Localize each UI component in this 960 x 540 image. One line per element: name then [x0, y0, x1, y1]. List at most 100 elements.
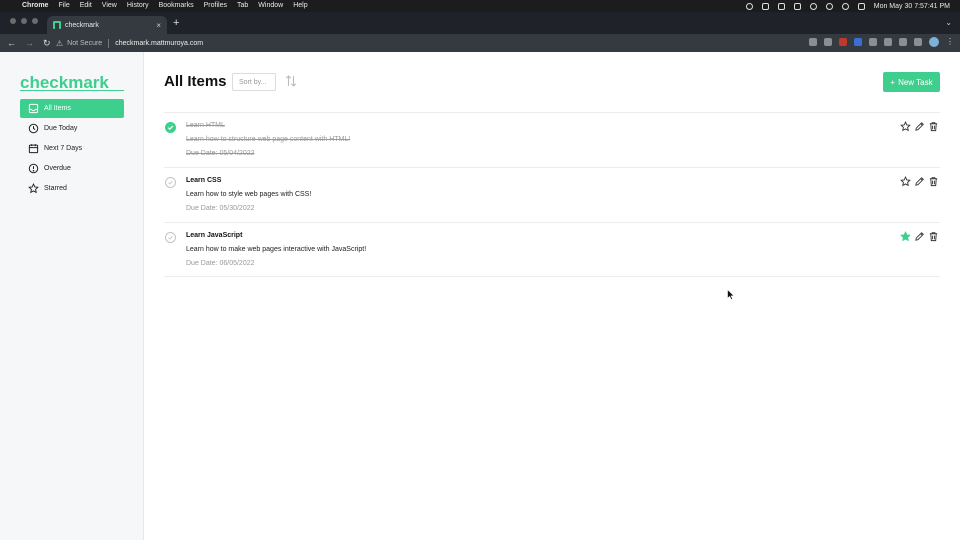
- task-row: Learn JavaScript Learn how to make web p…: [164, 222, 940, 277]
- sidebar-item-next-7-days[interactable]: Next 7 Days: [20, 139, 124, 158]
- clock-text[interactable]: Mon May 30 7:57:41 PM: [874, 3, 950, 10]
- checkbox[interactable]: [165, 177, 176, 188]
- close-tab-icon[interactable]: ×: [156, 21, 161, 30]
- trash-icon[interactable]: [928, 176, 939, 187]
- edit-pencil-icon[interactable]: [914, 231, 925, 242]
- task-due-date: Due Date: 05/30/2022: [186, 205, 255, 212]
- checkmark-favicon-icon: [53, 21, 61, 29]
- task-list: Learn HTML Learn how to structure web pa…: [164, 112, 940, 277]
- edit-pencil-icon[interactable]: [914, 176, 925, 187]
- tab-search-icon[interactable]: ⌄: [945, 18, 952, 27]
- brand-underline: [20, 90, 124, 91]
- extension-color-icon[interactable]: [884, 38, 892, 46]
- battery-icon[interactable]: [793, 2, 801, 10]
- trash-icon[interactable]: [928, 231, 939, 242]
- extension-red-icon[interactable]: [839, 38, 847, 46]
- star-icon[interactable]: [900, 121, 911, 132]
- task-row: Learn CSS Learn how to style web pages w…: [164, 167, 940, 222]
- menu-view[interactable]: View: [102, 0, 117, 12]
- task-actions: [900, 176, 939, 187]
- sidebar: checkmark All Items Due Today Next 7 Day…: [0, 52, 144, 540]
- upload-icon[interactable]: [761, 2, 769, 10]
- new-task-button[interactable]: + New Task: [883, 72, 940, 92]
- search-icon[interactable]: [841, 2, 849, 10]
- cloud-icon[interactable]: [777, 2, 785, 10]
- os-menubar: Chrome File Edit View History Bookmarks …: [0, 0, 960, 12]
- tab-title: checkmark: [65, 21, 99, 29]
- new-task-label: New Task: [898, 77, 933, 87]
- app-menu[interactable]: Chrome: [22, 0, 48, 12]
- profile-avatar[interactable]: [929, 37, 939, 47]
- sidebar-item-label: All Items: [44, 105, 71, 112]
- menu-history[interactable]: History: [127, 0, 149, 12]
- task-title: Learn HTML: [186, 122, 225, 129]
- minimize-window-button[interactable]: [21, 18, 27, 24]
- close-window-button[interactable]: [10, 18, 16, 24]
- menu-window[interactable]: Window: [258, 0, 283, 12]
- task-actions: [900, 121, 939, 132]
- sidebar-item-due-today[interactable]: Due Today: [20, 119, 124, 138]
- control-center-icon[interactable]: [857, 2, 865, 10]
- security-label[interactable]: Not Secure: [67, 40, 102, 47]
- menu-bookmarks[interactable]: Bookmarks: [159, 0, 194, 12]
- sidebar-item-starred[interactable]: Starred: [20, 179, 124, 198]
- sidebar-item-label: Due Today: [44, 125, 78, 132]
- extension-blue-icon[interactable]: [854, 38, 862, 46]
- checkbox[interactable]: [165, 232, 176, 243]
- status-icons: Mon May 30 7:57:41 PM: [745, 0, 950, 12]
- calendar-icon: [28, 143, 39, 154]
- chrome-menu-icon[interactable]: ⋮: [946, 38, 954, 46]
- extensions-area: ⋮: [809, 37, 954, 47]
- browser-tab-strip: checkmark × + ⌄: [0, 12, 960, 34]
- share-icon[interactable]: [809, 38, 817, 46]
- task-row: Learn HTML Learn how to structure web pa…: [164, 112, 940, 167]
- trash-icon[interactable]: [928, 121, 939, 132]
- wifi-icon[interactable]: [825, 2, 833, 10]
- warning-icon[interactable]: ⚠: [56, 39, 63, 48]
- sort-select[interactable]: Sort by...: [232, 73, 276, 91]
- task-due-date: Due Date: 06/05/2022: [186, 260, 255, 267]
- sidebar-item-label: Next 7 Days: [44, 145, 83, 152]
- sort-placeholder: Sort by...: [239, 78, 267, 86]
- extensions-puzzle-icon[interactable]: [899, 38, 907, 46]
- sidebar-item-label: Overdue: [44, 165, 71, 172]
- menu-edit[interactable]: Edit: [80, 0, 92, 12]
- browser-toolbar: ← → ↻ ⚠ Not Secure checkmark.mattmuroya.…: [0, 34, 960, 52]
- sort-direction-icon[interactable]: [284, 74, 298, 88]
- completed-checkbox[interactable]: [165, 122, 176, 133]
- window-controls: [10, 18, 38, 24]
- url-text[interactable]: checkmark.mattmuroya.com: [115, 40, 203, 47]
- back-button[interactable]: ←: [7, 38, 16, 49]
- menu-help[interactable]: Help: [293, 0, 307, 12]
- page-title: All Items: [164, 73, 227, 90]
- sidebar-item-all-items[interactable]: All Items: [20, 99, 124, 118]
- task-description: Learn how to structure web page content …: [186, 136, 351, 143]
- sidebar-item-overdue[interactable]: Overdue: [20, 159, 124, 178]
- mouse-pointer-icon: [727, 289, 735, 300]
- sidebar-item-label: Starred: [44, 185, 67, 192]
- clock-icon: [28, 123, 39, 134]
- side-panel-icon[interactable]: [914, 38, 922, 46]
- extension-gear-icon[interactable]: [869, 38, 877, 46]
- star-icon[interactable]: [900, 176, 911, 187]
- new-tab-button[interactable]: +: [173, 16, 179, 30]
- task-actions: [900, 231, 939, 242]
- menu-profiles[interactable]: Profiles: [204, 0, 227, 12]
- nav-buttons: ← → ↻: [7, 38, 51, 49]
- starred-star-icon[interactable]: [900, 231, 911, 242]
- forward-button[interactable]: →: [25, 38, 34, 49]
- menu-tab[interactable]: Tab: [237, 0, 248, 12]
- task-title: Learn CSS: [186, 177, 222, 184]
- menu-file[interactable]: File: [58, 0, 69, 12]
- inbox-icon: [28, 103, 39, 114]
- record-icon[interactable]: [745, 2, 753, 10]
- address-bar[interactable]: ⚠ Not Secure checkmark.mattmuroya.com: [56, 36, 826, 50]
- edit-pencil-icon[interactable]: [914, 121, 925, 132]
- reload-button[interactable]: ↻: [43, 38, 51, 49]
- zoom-window-button[interactable]: [32, 18, 38, 24]
- bluetooth-icon[interactable]: [809, 2, 817, 10]
- task-title: Learn JavaScript: [186, 232, 243, 239]
- main-content: All Items Sort by... + New Task Learn HT…: [144, 52, 960, 540]
- bookmark-star-icon[interactable]: [824, 38, 832, 46]
- browser-tab[interactable]: checkmark ×: [47, 16, 167, 34]
